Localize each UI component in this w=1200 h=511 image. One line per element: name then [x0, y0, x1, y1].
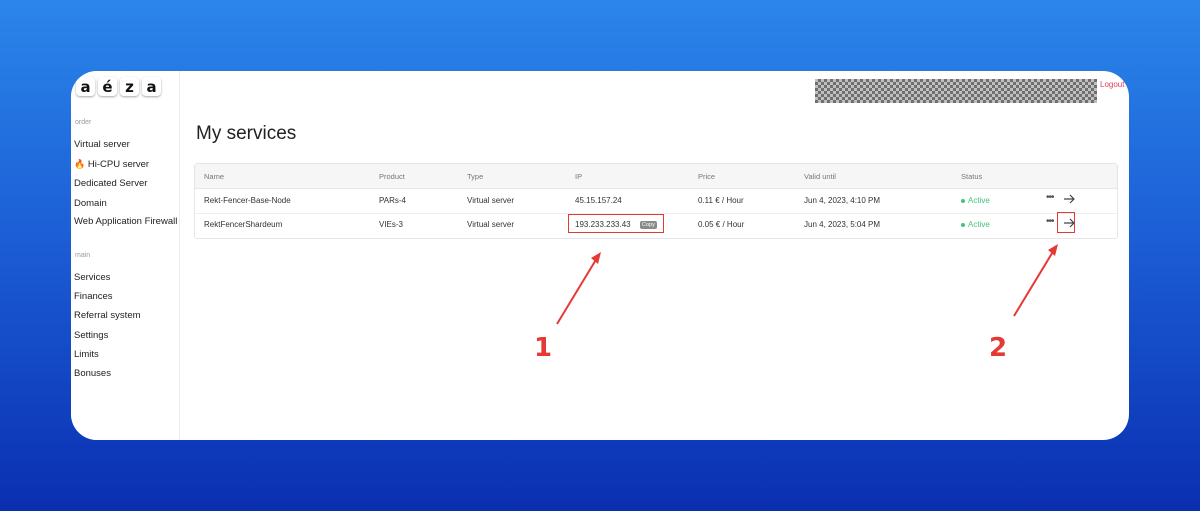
- sidebar-item-settings[interactable]: Settings: [74, 330, 141, 349]
- service-product: VIEs-3: [379, 220, 404, 229]
- sidebar-item-waf[interactable]: Web Application Firewall: [74, 217, 177, 239]
- services-table: Name Product Type IP Price Valid until S…: [194, 163, 1118, 239]
- annotation-number-2: 2: [989, 333, 1008, 363]
- sidebar-item-dedicated-server[interactable]: Dedicated Server: [74, 178, 177, 198]
- sidebar-item-finances[interactable]: Finances: [74, 291, 141, 310]
- logout-link[interactable]: Logout: [1100, 80, 1124, 89]
- logo-letter: a: [142, 77, 161, 96]
- service-valid-until: Jun 4, 2023, 4:10 PM: [804, 196, 881, 205]
- service-price: 0.11 € / Hour: [698, 196, 744, 205]
- service-type: Virtual server: [467, 196, 514, 205]
- status-dot: [961, 198, 965, 203]
- sidebar-item-limits[interactable]: Limits: [74, 349, 141, 368]
- sidebar-item-label: Hi-CPU server: [87, 158, 150, 170]
- service-name: RektFencerShardeum: [204, 220, 283, 229]
- column-header-name: Name: [204, 172, 225, 181]
- service-valid-until: Jun 4, 2023, 5:04 PM: [804, 220, 881, 229]
- annotation-number-1: 1: [534, 333, 553, 363]
- status-label: Active: [968, 196, 990, 205]
- status-dot: [961, 222, 965, 227]
- sidebar-item-virtual-server[interactable]: Virtual server: [74, 139, 177, 159]
- section-label-order: order: [75, 119, 92, 126]
- sidebar-item-label: Limits: [74, 348, 99, 360]
- sidebar-item-label: Dedicated Server: [74, 178, 148, 189]
- arrow-right-icon[interactable]: [1062, 216, 1076, 230]
- column-header-status: Status: [961, 172, 983, 181]
- sidebar-item-label: Virtual server: [74, 139, 130, 150]
- table-header: Name Product Type IP Price Valid until S…: [195, 164, 1117, 189]
- column-header-price: Price: [698, 172, 716, 181]
- column-header-type: Type: [467, 172, 484, 181]
- sidebar-item-label: Services: [74, 272, 111, 283]
- column-header-valid-until: Valid until: [804, 172, 836, 181]
- sidebar-item-label: Finances: [74, 291, 113, 303]
- more-options-icon[interactable]: •••: [1046, 192, 1054, 203]
- main-nav: Services Finances Referral system Settin…: [74, 272, 141, 387]
- sidebar-item-bonuses[interactable]: Bonuses: [74, 368, 141, 387]
- status-badge: Active: [961, 196, 990, 205]
- aeza-logo[interactable]: a é z a: [76, 77, 161, 96]
- logo-letter: z: [120, 77, 139, 96]
- sidebar-item-label: Settings: [74, 329, 109, 341]
- redacted-account-info: [815, 79, 1097, 103]
- sidebar-item-label: Bonuses: [74, 367, 111, 379]
- arrow-right-icon[interactable]: [1062, 192, 1076, 206]
- sidebar: a é z a order Virtual server 🔥 Hi-CPU se…: [71, 71, 180, 440]
- service-ip: 193.233.233.43: [575, 220, 631, 229]
- sidebar-item-label: Web Application Firewall: [74, 216, 178, 227]
- service-product: PARs-4: [379, 196, 406, 205]
- sidebar-item-label: Domain: [74, 197, 107, 209]
- table-row[interactable]: RektFencerShardeum VIEs-3 Virtual server…: [195, 212, 1117, 237]
- sidebar-item-domain[interactable]: Domain: [74, 198, 177, 218]
- table-row[interactable]: Rekt-Fencer-Base-Node PARs-4 Virtual ser…: [195, 189, 1117, 214]
- fire-icon: 🔥: [74, 158, 86, 169]
- page-title: My services: [196, 123, 297, 144]
- column-header-product: Product: [379, 172, 405, 181]
- service-price: 0.05 € / Hour: [698, 220, 745, 229]
- logo-letter: a: [76, 77, 95, 96]
- section-label-main: main: [75, 252, 91, 259]
- more-options-icon[interactable]: •••: [1046, 216, 1054, 227]
- copy-ip-button[interactable]: Copy: [640, 221, 657, 229]
- logo-letter: é: [98, 77, 117, 96]
- sidebar-item-services[interactable]: Services: [74, 272, 141, 291]
- sidebar-item-referral-system[interactable]: Referral system: [74, 310, 141, 329]
- order-nav: Virtual server 🔥 Hi-CPU server Dedicated…: [74, 139, 177, 239]
- sidebar-item-hi-cpu-server[interactable]: 🔥 Hi-CPU server: [74, 159, 177, 179]
- sidebar-item-label: Referral system: [74, 310, 141, 322]
- status-badge: Active: [961, 220, 990, 229]
- service-type: Virtual server: [467, 220, 514, 229]
- service-name: Rekt-Fencer-Base-Node: [204, 196, 291, 205]
- service-ip: 45.15.157.24: [575, 196, 622, 205]
- app-window: a é z a order Virtual server 🔥 Hi-CPU se…: [71, 71, 1129, 440]
- column-header-ip: IP: [575, 172, 583, 181]
- status-label: Active: [968, 220, 990, 229]
